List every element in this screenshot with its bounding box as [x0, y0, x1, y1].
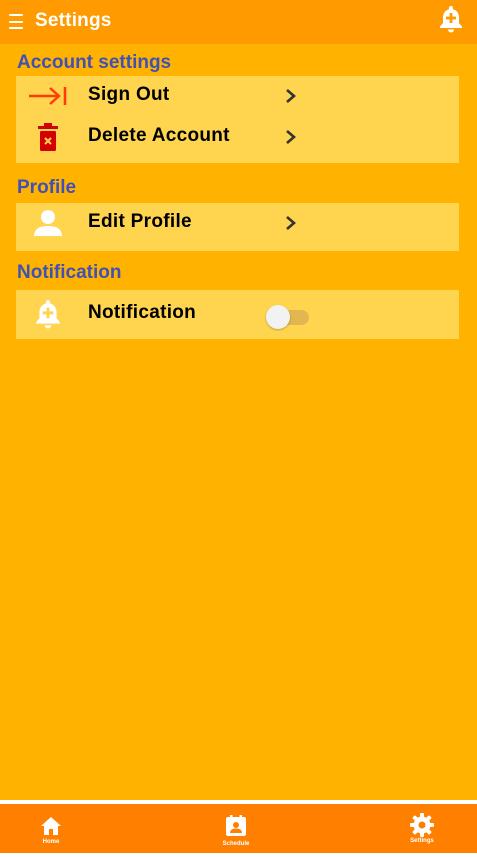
home-icon [41, 817, 61, 835]
notification-row: Notification [16, 294, 459, 334]
chevron-right-icon [286, 130, 296, 144]
nav-settings[interactable]: Settings [382, 804, 462, 853]
notification-toggle[interactable] [266, 305, 312, 329]
bell-plus-icon[interactable] [437, 4, 465, 34]
chevron-right-icon [286, 89, 296, 103]
nav-home-label: Home [42, 839, 60, 845]
chevron-right-icon [286, 216, 296, 230]
notification-card: Notification [16, 290, 459, 339]
profile-card: Edit Profile [16, 203, 459, 251]
bell-plus-icon [28, 297, 68, 331]
hamburger-menu-icon[interactable] [9, 14, 23, 29]
sign-out-row[interactable]: Sign Out [16, 76, 459, 116]
settings-screen: Settings Account settings Sign Out Delet… [0, 0, 477, 857]
toggle-knob [266, 305, 290, 329]
nav-schedule[interactable]: Schedule [196, 804, 276, 853]
delete-account-row[interactable]: Delete Account [16, 117, 459, 157]
person-icon [28, 206, 68, 240]
gear-icon [410, 813, 434, 837]
sign-out-arrow-icon [28, 79, 68, 113]
account-settings-card: Sign Out Delete Account [16, 76, 459, 163]
nav-settings-label: Settings [410, 838, 434, 844]
section-title-account-settings: Account settings [17, 52, 172, 73]
schedule-icon [226, 815, 246, 836]
section-title-notification: Notification [17, 262, 122, 283]
sign-out-label: Sign Out [88, 84, 170, 105]
section-title-profile: Profile [17, 177, 77, 198]
trash-delete-icon [28, 120, 68, 154]
edit-profile-label: Edit Profile [88, 211, 192, 232]
nav-schedule-label: Schedule [222, 841, 250, 847]
app-bar: Settings [0, 0, 477, 44]
notification-label: Notification [88, 302, 197, 323]
bottom-edge [0, 853, 477, 857]
nav-home[interactable]: Home [11, 804, 91, 853]
bottom-navigation: Home Schedule Settings [0, 804, 477, 853]
delete-account-label: Delete Account [88, 125, 230, 146]
edit-profile-row[interactable]: Edit Profile [16, 203, 459, 243]
page-title: Settings [35, 10, 112, 31]
